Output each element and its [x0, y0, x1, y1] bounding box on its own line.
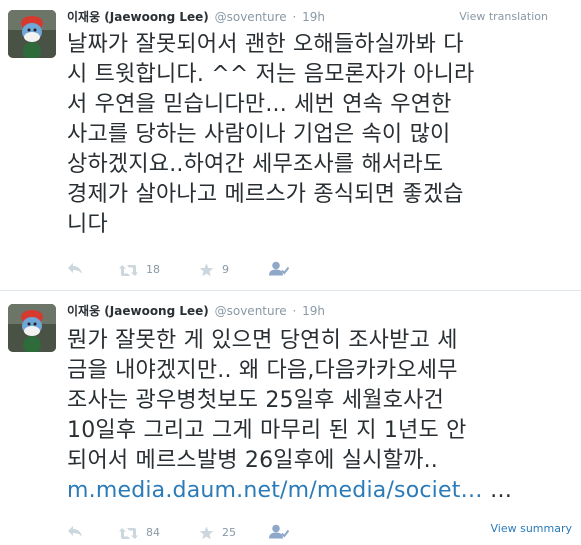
retweet-icon	[119, 527, 138, 539]
tweet-text-line: 사고를 당하는 사람이나 기업은 속이 많이	[67, 122, 451, 147]
follow-user-icon	[269, 524, 289, 539]
reply-icon	[68, 263, 82, 274]
reply-button[interactable]	[67, 524, 83, 538]
timeline: 이재웅 (Jaewoong Lee) @soventure · 19h View…	[0, 0, 581, 545]
follow-button[interactable]	[269, 524, 289, 539]
timestamp[interactable]: 19h	[302, 304, 325, 318]
tweet-header: 이재웅 (Jaewoong Lee) @soventure · 19h View…	[67, 9, 573, 25]
star-icon	[199, 263, 214, 277]
username[interactable]: @soventure	[215, 304, 287, 318]
tweet-text-line: 금을 내야겠지만.. 왜 다음,다음카카오세무	[67, 358, 458, 383]
tweet[interactable]: 이재웅 (Jaewoong Lee) @soventure · 19h 뭔가 잘…	[0, 292, 581, 545]
avatar[interactable]	[8, 10, 56, 58]
favorite-button[interactable]: 9	[199, 261, 229, 279]
fullname[interactable]: 이재웅 (Jaewoong Lee)	[67, 304, 209, 318]
tweet-text-line: 시 트윗합니다. ^^ 저는 음모론자가 아니라	[67, 62, 475, 87]
avatar-image	[8, 10, 56, 58]
follow-user-icon	[269, 261, 289, 276]
avatar-image	[8, 304, 56, 352]
tweet-text-line: 서 우연을 믿습니다만... 세번 연속 우연한	[67, 92, 452, 117]
tweet[interactable]: 이재웅 (Jaewoong Lee) @soventure · 19h View…	[0, 0, 581, 291]
tweet-text-line: 경제가 살아나고 메르스가 종식되면 좋겠습	[67, 182, 464, 207]
tweet-text-line: 조사는 광우병첫보도 25일후 세월호사건	[67, 388, 445, 413]
tweet-text-line: 니다	[67, 212, 108, 237]
star-icon	[199, 526, 214, 540]
reply-button[interactable]	[67, 261, 83, 275]
timestamp[interactable]: 19h	[302, 10, 325, 24]
link-ellipsis: …	[482, 478, 513, 503]
tweet-link-line: m.media.daum.net/m/media/societ… …	[67, 476, 577, 506]
username[interactable]: @soventure	[215, 10, 287, 24]
view-summary-link[interactable]: View summary	[490, 522, 572, 535]
separator: ·	[292, 10, 297, 24]
tweet-text-line: 뭔가 잘못한 게 있으면 당연히 조사받고 세	[67, 328, 458, 353]
favorite-count: 25	[222, 526, 236, 539]
retweet-count: 18	[146, 263, 160, 276]
tweet-link[interactable]: m.media.daum.net/m/media/societ…	[67, 478, 483, 503]
favorite-count: 9	[222, 263, 229, 276]
tweet-text-line: 상하겠지요..하여간 세무조사를 해서라도	[67, 152, 444, 177]
fullname[interactable]: 이재웅 (Jaewoong Lee)	[67, 10, 209, 24]
tweet-text-line: 10일후 그리고 그게 마무리 된 지 1년도 안	[67, 418, 467, 443]
tweet-text-line: 날짜가 잘못되어서 괜한 오해들하실까봐 다	[67, 32, 464, 57]
avatar[interactable]	[8, 304, 56, 352]
tweet-text: 뭔가 잘못한 게 있으면 당연히 조사받고 세 금을 내야겠지만.. 왜 다음,…	[67, 326, 577, 506]
tweet-text-line: 되어서 메르스발병 26일후에 실시할까..	[67, 448, 438, 473]
tweet-text: 날짜가 잘못되어서 괜한 오해들하실까봐 다 시 트윗합니다. ^^ 저는 음모…	[67, 30, 577, 240]
favorite-button[interactable]: 25	[199, 524, 236, 542]
separator: ·	[292, 304, 297, 318]
retweet-button[interactable]: 18	[119, 261, 160, 279]
follow-button[interactable]	[269, 261, 289, 276]
view-translation-link[interactable]: View translation	[459, 9, 548, 25]
reply-icon	[68, 526, 82, 537]
tweet-header: 이재웅 (Jaewoong Lee) @soventure · 19h	[67, 303, 573, 319]
retweet-icon	[119, 264, 138, 276]
retweet-count: 84	[146, 526, 160, 539]
retweet-button[interactable]: 84	[119, 524, 160, 542]
